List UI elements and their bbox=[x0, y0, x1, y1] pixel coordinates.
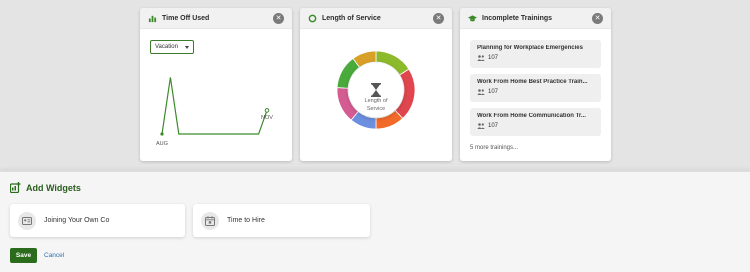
add-widget-icon bbox=[10, 182, 21, 193]
training-count: 107 bbox=[477, 55, 594, 61]
training-name: Work From Home Best Practice Train... bbox=[477, 79, 588, 85]
widget-title: Length of Service bbox=[322, 14, 381, 22]
x-axis-start-label: AUG bbox=[156, 141, 168, 147]
time-off-used-widget: Time Off Used ✕ Vacation AUG NOV bbox=[140, 8, 292, 161]
close-icon[interactable]: ✕ bbox=[433, 12, 444, 24]
circle-icon bbox=[308, 14, 317, 22]
x-axis-end-label: NOV bbox=[261, 115, 273, 121]
training-name: Work From Home Communication Tr... bbox=[477, 113, 586, 119]
close-icon[interactable]: ✕ bbox=[592, 12, 603, 24]
people-icon bbox=[477, 55, 485, 61]
widget-option-label: Joining Your Own Co bbox=[44, 217, 110, 224]
training-count-value: 107 bbox=[488, 55, 499, 61]
widget-header: Incomplete Trainings ✕ bbox=[460, 8, 611, 29]
training-count: 107 bbox=[477, 89, 594, 95]
widget-title: Incomplete Trainings bbox=[482, 14, 553, 22]
donut-center-line2: Service bbox=[366, 106, 386, 112]
people-icon bbox=[477, 89, 485, 95]
time-off-line-chart bbox=[160, 77, 270, 136]
data-point bbox=[264, 108, 270, 113]
widget-header: Length of Service ✕ bbox=[300, 8, 452, 29]
people-icon bbox=[477, 123, 485, 129]
add-widgets-header: Add Widgets bbox=[10, 182, 81, 193]
graduation-cap-icon bbox=[468, 14, 477, 21]
training-count-value: 107 bbox=[488, 123, 499, 129]
hourglass-icon bbox=[371, 83, 381, 97]
add-widgets-title: Add Widgets bbox=[26, 182, 81, 193]
widget-option-label: Time to Hire bbox=[227, 217, 265, 224]
donut-center-label: Length of Service bbox=[336, 97, 416, 113]
training-count: 107 bbox=[477, 123, 594, 129]
training-count-value: 107 bbox=[488, 89, 499, 95]
save-button[interactable]: Save bbox=[10, 248, 37, 263]
series-line bbox=[161, 77, 268, 135]
more-trainings-link[interactable]: 5 more trainings... bbox=[470, 145, 518, 151]
incomplete-trainings-widget: Incomplete Trainings ✕ Planning for Work… bbox=[460, 8, 611, 161]
training-item[interactable]: Work From Home Best Practice Train... 10… bbox=[470, 74, 601, 102]
calendar-icon bbox=[201, 211, 219, 230]
widget-option-joining-your-own-co[interactable]: Joining Your Own Co bbox=[10, 204, 185, 237]
add-widgets-panel: Add Widgets Joining Your Own Co Time to … bbox=[0, 171, 750, 272]
training-name: Planning for Workplace Emergencies bbox=[477, 45, 583, 51]
widget-option-time-to-hire[interactable]: Time to Hire bbox=[193, 204, 370, 237]
donut-center-line1: Length of bbox=[364, 98, 388, 104]
length-of-service-widget: Length of Service ✕ Length of Service bbox=[300, 8, 452, 161]
training-item[interactable]: Planning for Workplace Emergencies 107 bbox=[470, 40, 601, 68]
cancel-button[interactable]: Cancel bbox=[44, 252, 64, 259]
id-card-icon bbox=[18, 211, 36, 230]
training-item[interactable]: Work From Home Communication Tr... 107 bbox=[470, 108, 601, 136]
length-of-service-donut: Length of Service bbox=[336, 50, 416, 130]
data-point bbox=[160, 132, 164, 136]
